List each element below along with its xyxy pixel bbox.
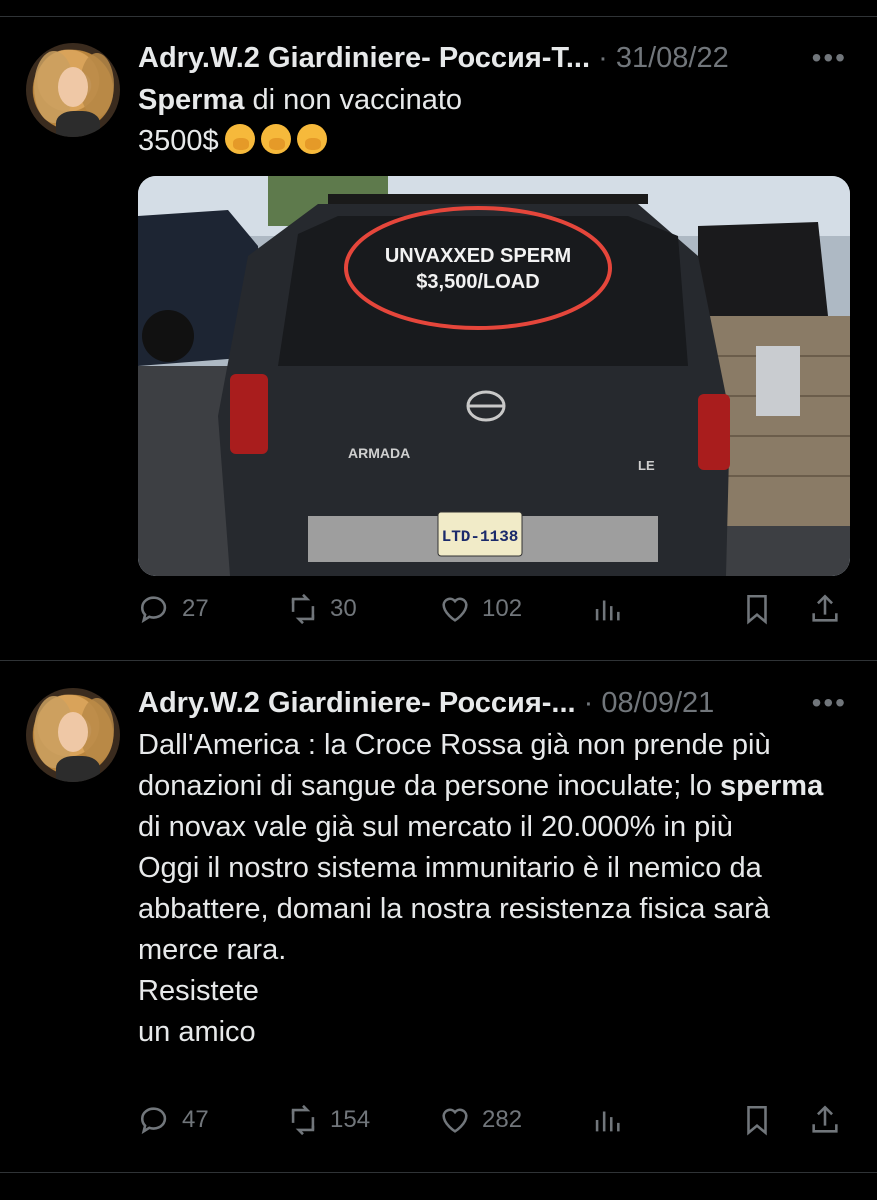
suv-photo: UNVAXXED SPERM $3,500/LOAD ARMADA LE LTD… [138,176,850,576]
bold-word: Sperma [138,84,245,116]
avatar[interactable] [26,688,120,782]
reply-button[interactable]: 47 [138,1103,209,1137]
tweet-actions: 47 154 282 [138,1103,850,1143]
hand-over-mouth-emoji-icon [296,124,327,154]
tweet-header: Adry.W.2 Giardiniere- Россия-Т... · 31/0… [138,42,729,75]
author-name[interactable]: Adry.W.2 Giardiniere- Россия-Т... [138,42,590,74]
retweet-button[interactable]: 30 [286,592,357,626]
sign-line-2: $3,500/LOAD [416,271,539,293]
separator-dot: · [598,42,608,74]
reply-icon [140,596,167,624]
timestamp[interactable]: 08/09/21 [601,687,714,719]
tweet-image[interactable]: UNVAXXED SPERM $3,500/LOAD ARMADA LE LTD… [138,176,850,576]
like-count: 102 [482,595,523,622]
analytics-icon [595,600,620,621]
tweet-text: Sperma di non vaccinato 3500$ [138,80,858,162]
reply-count: 27 [182,595,209,622]
like-count: 282 [482,1106,523,1133]
share-button[interactable] [808,592,852,626]
retweet-count: 30 [330,595,357,622]
share-button[interactable] [808,1103,852,1137]
bold-word: sperma [720,770,824,802]
heart-icon [442,1108,468,1133]
views-button[interactable] [590,592,634,626]
retweet-button[interactable]: 154 [286,1103,370,1137]
views-button[interactable] [590,1103,634,1137]
tweet-text: Dall'America : la Croce Rossa già non pr… [138,725,850,1053]
tweet-2[interactable]: Adry.W.2 Giardiniere- Россия-... · 08/09… [0,661,877,1171]
text-line: Resistete [138,975,259,1007]
more-options-icon[interactable]: ••• [812,687,847,719]
retweet-count: 154 [330,1106,371,1133]
bookmark-button[interactable] [740,1103,784,1137]
share-icon [812,594,838,622]
tweet-actions: 27 30 102 [138,592,850,632]
author-name[interactable]: Adry.W.2 Giardiniere- Россия-... [138,687,576,719]
bookmark-icon [747,1105,767,1136]
bottom-divider [0,1172,877,1173]
like-button[interactable]: 282 [438,1103,522,1137]
more-options-icon[interactable]: ••• [812,42,847,74]
reply-button[interactable]: 27 [138,592,209,626]
hand-over-mouth-emoji-icon [260,124,291,154]
text-segment: di non vaccinato [244,84,463,116]
text-paragraph: Oggi il nostro sistema immunitario è il … [138,852,778,966]
bookmark-icon [747,594,767,625]
bookmark-button[interactable] [740,592,784,626]
badge-text: ARMADA [348,445,410,461]
timestamp[interactable]: 31/08/22 [616,42,729,74]
heart-icon [442,597,468,622]
tweet-1[interactable]: Adry.W.2 Giardiniere- Россия-Т... · 31/0… [0,0,877,660]
tweet-header: Adry.W.2 Giardiniere- Россия-... · 08/09… [138,687,714,720]
reply-icon [140,1107,167,1135]
share-icon [812,1105,838,1133]
license-plate: LTD-1138 [442,528,519,546]
sign-line-1: UNVAXXED SPERM [385,245,571,267]
hand-over-mouth-emoji-icon [224,124,255,154]
text-line: un amico [138,1016,256,1048]
text-line: 3500$ [138,125,219,157]
avatar[interactable] [26,43,120,137]
retweet-icon [291,593,315,625]
trim-text: LE [638,458,655,473]
analytics-icon [595,1111,620,1132]
text-segment: Dall'America : la Croce Rossa già non pr… [138,729,779,802]
separator-dot: · [583,687,594,719]
reply-count: 47 [182,1106,209,1133]
like-button[interactable]: 102 [438,592,522,626]
retweet-icon [291,1104,315,1136]
